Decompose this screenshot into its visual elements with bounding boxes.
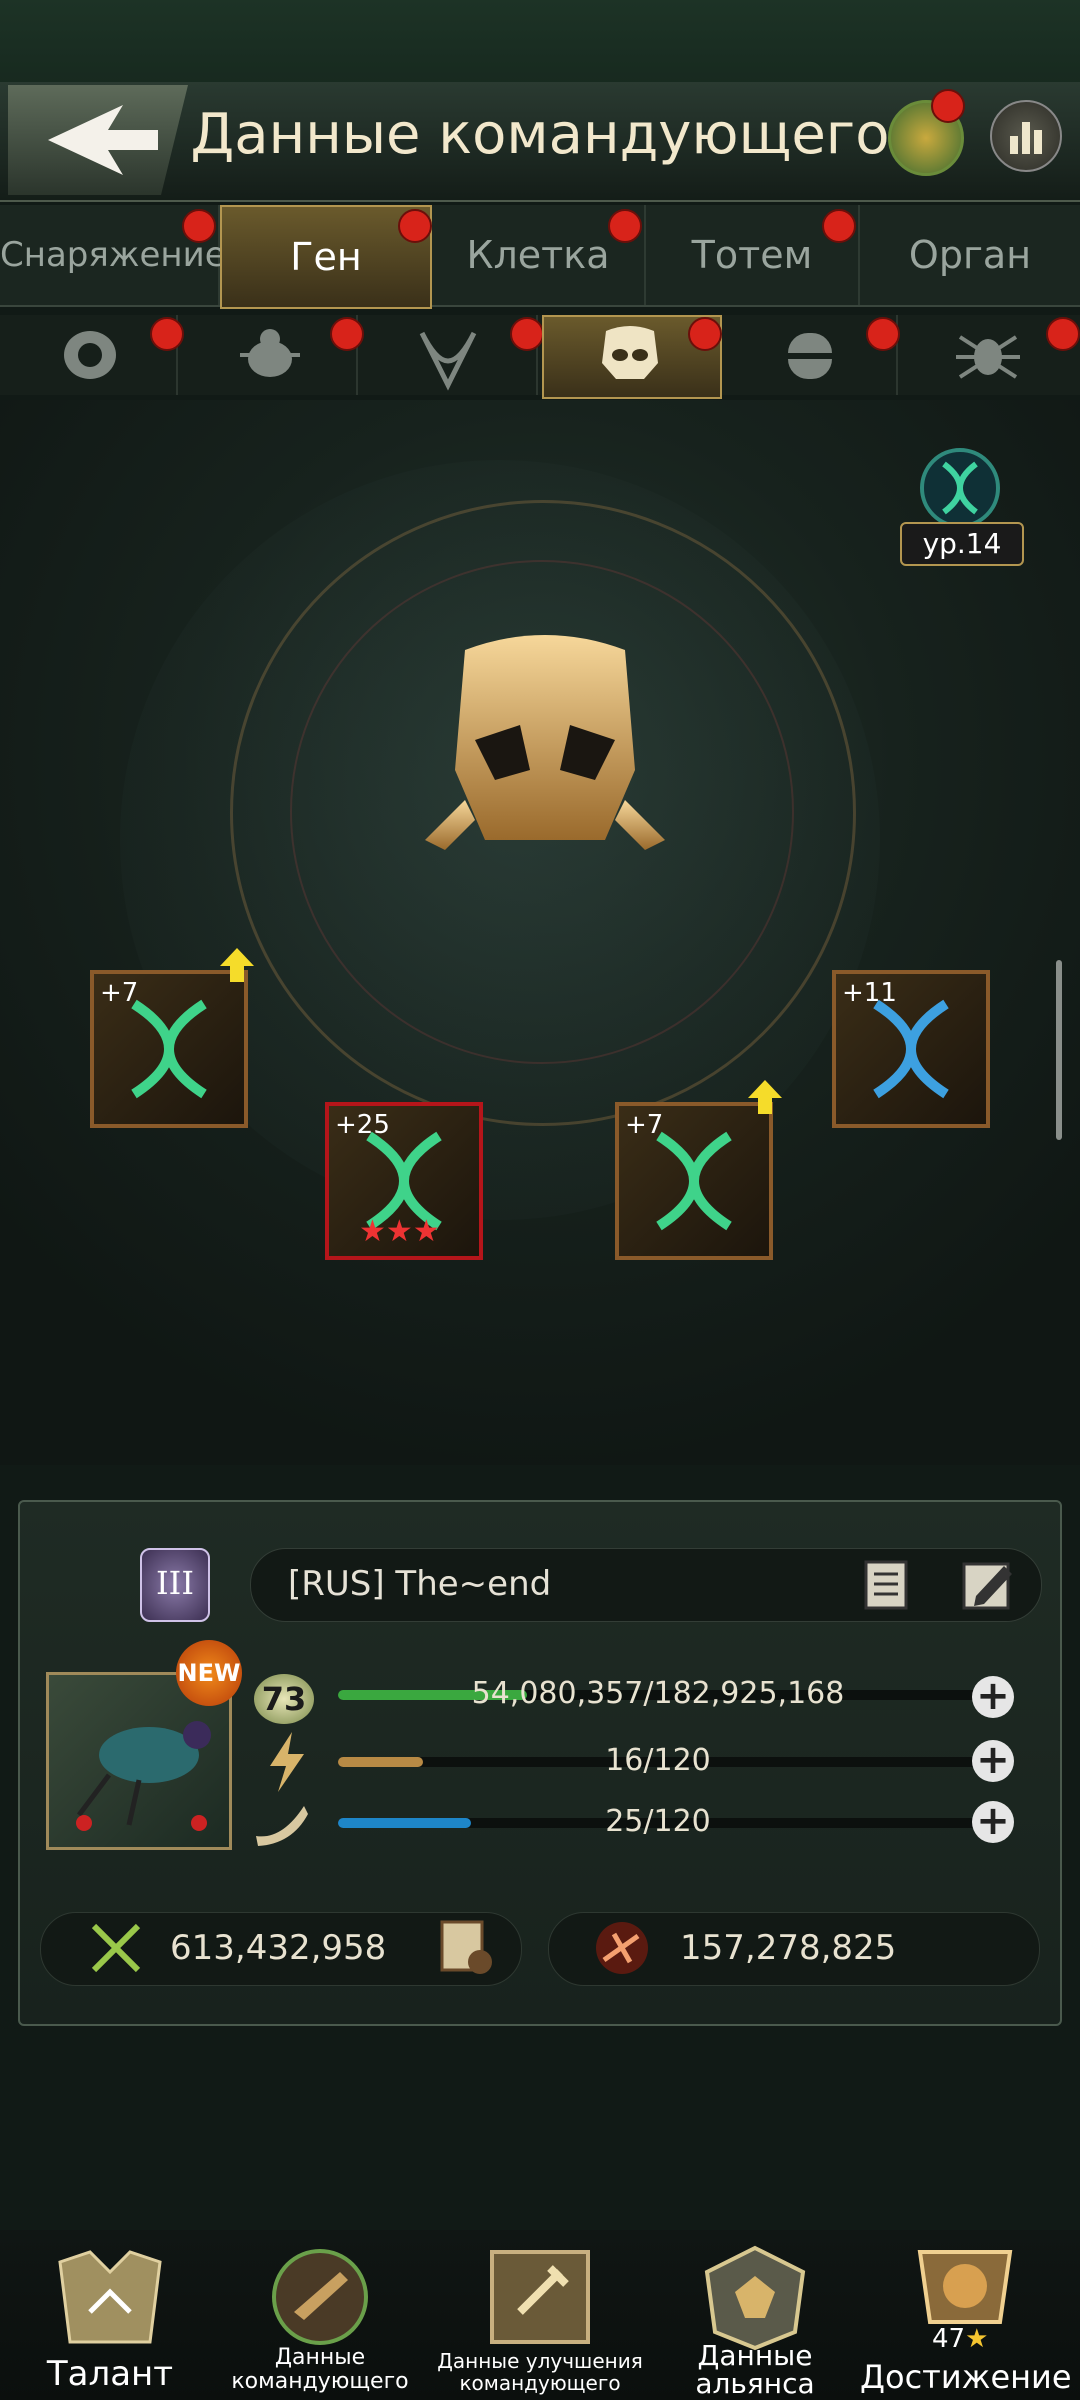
new-badge: NEW <box>176 1640 242 1706</box>
notes-icon <box>864 1560 908 1610</box>
scrollbar[interactable] <box>1056 960 1062 1140</box>
player-name: [RUS] The~end <box>288 1564 552 1604</box>
notes-button[interactable] <box>860 1556 916 1612</box>
horn-value: 25/120 <box>605 1804 711 1839</box>
kills-icon <box>596 1922 648 1974</box>
tab-equipment[interactable]: Снаряжение <box>0 205 226 305</box>
gene-core-skull-icon <box>425 635 665 850</box>
subtab-spider[interactable] <box>900 315 1080 395</box>
nav-commander-upgrade-label: Данные улучшения командующего <box>437 2349 643 2395</box>
main-tabs: Снаряжение Ген Клетка Тотем Орган <box>0 205 1080 309</box>
commander-icon <box>272 2249 368 2345</box>
edit-icon <box>962 1562 1012 1610</box>
tab-label: Клетка <box>466 233 610 277</box>
upgrade-arrow-icon <box>748 1080 782 1114</box>
gene-swap-button[interactable] <box>888 89 965 176</box>
energy-value: 16/120 <box>605 1743 711 1778</box>
mantis-head-icon <box>419 331 477 391</box>
nav-alliance-data[interactable]: Данные альянса <box>660 2242 850 2400</box>
bar-chart-icon <box>1010 122 1042 154</box>
crossed-swords-icon <box>91 1923 141 1973</box>
dna-icon <box>920 448 1000 528</box>
notification-dot <box>688 317 722 351</box>
upgrade-arrow-icon <box>220 948 254 982</box>
notification-dot <box>866 317 900 351</box>
gene-slot-level: +25 <box>335 1110 390 1140</box>
tab-cell[interactable]: Клетка <box>432 205 646 305</box>
lightning-icon <box>270 1732 304 1792</box>
gene-level-text: ур.14 <box>900 522 1024 566</box>
tab-gene[interactable]: Ген <box>220 205 432 309</box>
rank-badge: III <box>140 1548 210 1622</box>
nav-commander-upgrade[interactable]: Данные улучшения командующего <box>430 2242 650 2400</box>
kills-value: 157,278,825 <box>680 1928 897 1968</box>
back-button[interactable] <box>8 85 188 195</box>
achievement-count: 47★ <box>932 2324 988 2354</box>
nav-commander-data-label: Данные командующего <box>231 2345 409 2394</box>
power-value: 613,432,958 <box>170 1928 387 1968</box>
star-icon: ★ <box>965 2324 989 2354</box>
exp-value: 54,080,357/182,925,168 <box>471 1676 845 1711</box>
notification-dot <box>150 317 184 351</box>
gene-slot-level: +7 <box>100 978 139 1008</box>
tab-label: Орган <box>908 233 1032 277</box>
nav-commander-data[interactable]: Данные командующего <box>220 2242 420 2400</box>
scroll-clock-icon <box>440 1920 492 1974</box>
power-history-button[interactable] <box>436 1916 496 1978</box>
gene-panel: ур.14 +7 +25 ★★★ +7 +11 <box>0 400 1080 1465</box>
nav-talent[interactable]: Талант <box>20 2242 200 2400</box>
beetle-mask-icon <box>64 331 116 379</box>
add-energy-button[interactable]: + <box>972 1740 1014 1782</box>
bug-icon <box>240 329 300 377</box>
back-arrow-icon <box>48 105 158 175</box>
notification-dot <box>182 209 216 243</box>
star-icon: ★ <box>412 1214 440 1249</box>
player-level: 73 <box>254 1674 314 1724</box>
add-horn-button[interactable]: + <box>972 1801 1014 1843</box>
star-icon: ★ <box>359 1214 386 1249</box>
subtab-helmet[interactable] <box>720 315 900 395</box>
gene-slot-level: +11 <box>842 978 897 1008</box>
star-rating: ★★★ <box>359 1214 449 1249</box>
edit-button[interactable] <box>960 1556 1016 1612</box>
talent-crown-icon <box>58 2250 162 2344</box>
upgrade-scroll-icon <box>490 2250 590 2344</box>
nav-alliance-data-label: Данные альянса <box>695 2339 815 2400</box>
tab-totem[interactable]: Тотем <box>646 205 860 305</box>
gene-level-badge[interactable]: ур.14 <box>900 440 1024 570</box>
subtab-skull[interactable] <box>542 315 722 399</box>
gene-slot-2[interactable]: +25 ★★★ <box>325 1102 483 1260</box>
notification-dot <box>822 209 856 243</box>
gene-slot-level: +7 <box>625 1110 664 1140</box>
page-title: Данные командующего <box>190 102 890 167</box>
notification-dot <box>398 209 432 243</box>
nav-talent-label: Талант <box>46 2354 174 2394</box>
horn-icon <box>256 1806 308 1846</box>
notification-dot <box>510 317 544 351</box>
gene-slot-4[interactable]: +11 <box>832 970 990 1128</box>
subtab-beetle[interactable] <box>0 315 184 395</box>
notification-dot <box>1046 317 1080 351</box>
tab-organ[interactable]: Орган <box>860 205 1080 305</box>
star-icon: ★ <box>385 1214 413 1249</box>
notification-dot <box>931 89 965 123</box>
tab-label: Ген <box>290 235 362 279</box>
subtab-bug[interactable] <box>180 315 364 395</box>
nav-achievement[interactable]: 47★ Достижение <box>860 2242 1072 2400</box>
achievement-count-value: 47 <box>932 2324 966 2354</box>
subtab-mantis[interactable] <box>360 315 544 395</box>
notification-dot <box>608 209 642 243</box>
add-exp-button[interactable]: + <box>972 1676 1014 1718</box>
tab-label: Тотем <box>691 233 813 277</box>
nav-achievement-label: Достижение <box>860 2358 1072 2396</box>
sub-tabs <box>0 315 1080 399</box>
notification-dot <box>330 317 364 351</box>
alliance-shield-icon <box>704 2245 806 2351</box>
gene-slot-1[interactable]: +7 <box>90 970 248 1128</box>
ranking-button[interactable] <box>990 100 1062 172</box>
gene-slot-3[interactable]: +7 <box>615 1102 773 1260</box>
